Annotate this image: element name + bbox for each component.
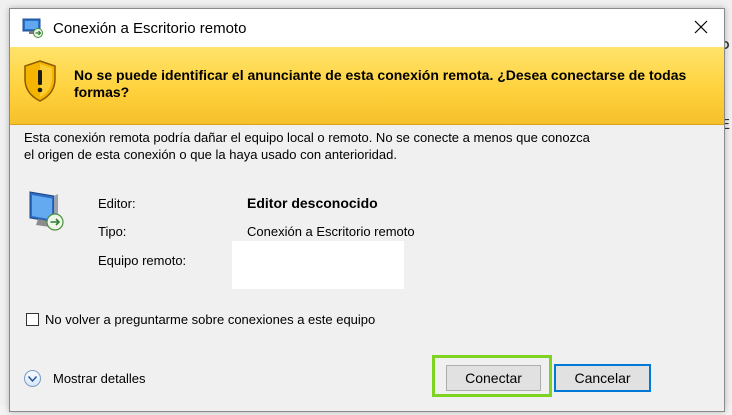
window-title: Conexión a Escritorio remoto: [53, 20, 247, 37]
remote-desktop-dialog: Conexión a Escritorio remoto No se puede…: [9, 8, 725, 412]
close-icon: [694, 20, 708, 37]
dont-ask-again-option[interactable]: No volver a preguntarme sobre conexiones…: [26, 312, 375, 327]
warning-banner: No se puede identificar el anunciante de…: [10, 47, 724, 125]
show-details-label: Mostrar detalles: [53, 371, 146, 386]
type-value: Conexión a Escritorio remoto: [247, 224, 415, 239]
remote-computer-value: [232, 241, 404, 289]
show-details-toggle[interactable]: Mostrar detalles: [24, 370, 145, 387]
remote-computer-icon: [24, 189, 70, 235]
warning-text: No se puede identificar el anunciante de…: [74, 67, 687, 100]
editor-label: Editor:: [98, 196, 136, 211]
dont-ask-again-label: No volver a preguntarme sobre conexiones…: [45, 312, 376, 327]
connect-button[interactable]: Conectar: [446, 365, 541, 391]
close-button[interactable]: [678, 9, 724, 47]
title-bar[interactable]: Conexión a Escritorio remoto: [10, 9, 724, 47]
description-line: Esta conexión remota podría dañar el equ…: [24, 130, 590, 145]
remote-computer-label: Equipo remoto:: [98, 253, 187, 268]
remote-desktop-icon: [22, 18, 44, 38]
shield-warning-icon: [22, 59, 58, 103]
chevron-down-icon[interactable]: [24, 370, 41, 387]
description-line: el origen de esta conexión o que la haya…: [24, 147, 397, 162]
type-label: Tipo:: [98, 224, 127, 239]
cancel-button[interactable]: Cancelar: [554, 364, 651, 392]
dont-ask-again-checkbox[interactable]: [26, 313, 39, 326]
description: Esta conexión remota podría dañar el equ…: [24, 129, 664, 163]
editor-value: Editor desconocido: [247, 195, 378, 211]
